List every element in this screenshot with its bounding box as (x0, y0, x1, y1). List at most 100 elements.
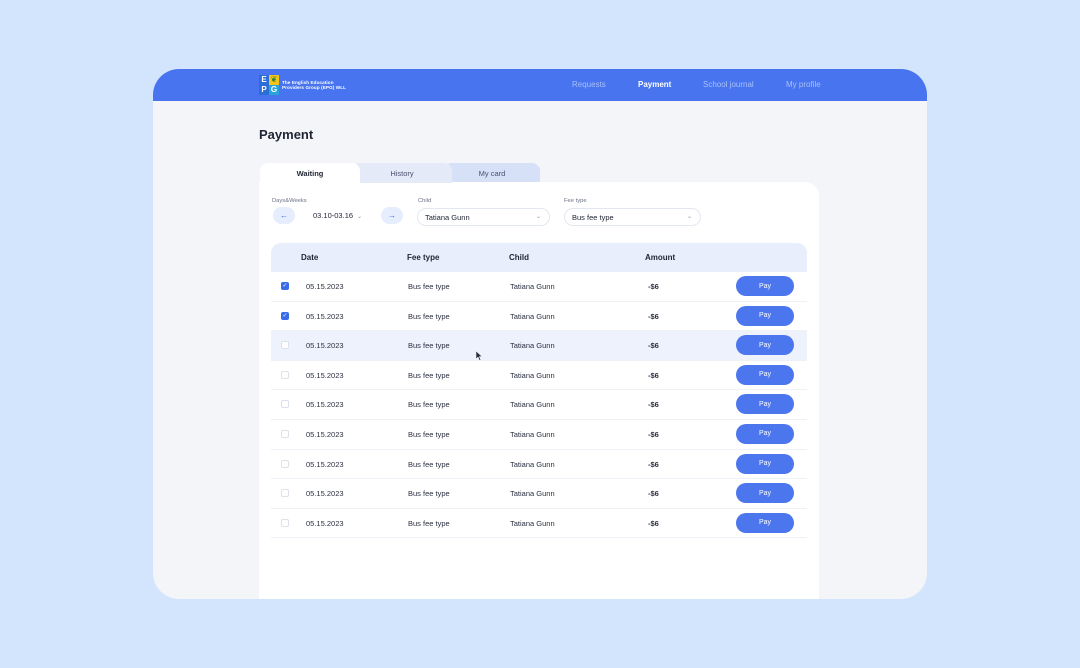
mouse-cursor-icon (476, 351, 483, 361)
cell-amount: -$6 (648, 311, 659, 321)
row-checkbox[interactable]: ✓ (281, 282, 289, 290)
cell-fee-type: Bus fee type (408, 370, 450, 380)
nav-payment[interactable]: Payment (638, 80, 671, 89)
cell-child: Tatiana Gunn (510, 282, 555, 291)
table-row[interactable]: ✓ 05.15.2023 Bus fee type Tatiana Gunn -$6 Pa… (271, 302, 807, 332)
cell-fee-type: Bus fee type (408, 282, 450, 291)
col-fee-type[interactable]: Fee type (407, 253, 439, 262)
cell-date: 05.15.2023 (306, 341, 344, 351)
cell-amount: -$6 (648, 282, 659, 291)
pay-button[interactable]: Pay (736, 335, 794, 356)
row-checkbox[interactable] (281, 518, 289, 527)
week-value-text: 03.10-03.16 (313, 211, 354, 220)
row-checkbox[interactable]: ✓ (281, 311, 289, 320)
table-row[interactable]: 05.15.2023 Bus fee type Tatiana Gunn -$6 Pay (271, 450, 807, 480)
nav-requests[interactable]: Requests (572, 80, 606, 89)
row-checkbox[interactable] (281, 459, 289, 468)
cell-child: Tatiana Gunn (510, 459, 555, 469)
arrow-right-icon: → (388, 211, 396, 220)
payments-table-body: ✓ 05.15.2023 Bus fee type Tatiana Gunn -$6 Pa… (271, 272, 807, 539)
table-row[interactable]: 05.15.2023 Bus fee type Tatiana Gunn -$6 Pay (271, 479, 807, 509)
chevron-down-icon: ⌄ (686, 214, 692, 220)
logo-letter-g: G (269, 85, 279, 95)
cell-child: Tatiana Gunn (510, 341, 555, 351)
table-row[interactable]: 05.15.2023 Bus fee type Tatiana Gunn -$6 Pay (271, 509, 807, 539)
child-filter-label: Child (418, 198, 432, 204)
cell-amount: -$6 (648, 400, 659, 410)
arrow-left-icon: ← (280, 211, 288, 220)
next-week-button[interactable]: → (381, 207, 403, 224)
cell-child: Tatiana Gunn (510, 518, 555, 528)
epg-logo[interactable]: E ❦ P G The English Education Providers … (259, 74, 346, 96)
chevron-down-icon: ⌄ (357, 214, 363, 220)
cell-fee-type: Bus fee type (408, 400, 450, 410)
week-filter: ← 03.10-03.16 ⌄ → (273, 207, 403, 225)
cell-fee-type: Bus fee type (408, 489, 450, 499)
fee-type-select[interactable]: Bus fee type ⌄ (564, 208, 701, 226)
pay-button[interactable]: Pay (736, 276, 794, 296)
app-window: E ❦ P G The English Education Providers … (153, 69, 927, 599)
page-title: Payment (259, 127, 314, 142)
tab-history[interactable]: History (352, 163, 452, 183)
cell-amount: -$6 (648, 429, 659, 439)
cell-fee-type: Bus fee type (408, 311, 450, 321)
week-value[interactable]: 03.10-03.16 ⌄ (313, 211, 362, 220)
table-row[interactable]: ✓ 05.15.2023 Bus fee type Tatiana Gunn -$6 Pa… (271, 272, 807, 302)
cell-child: Tatiana Gunn (510, 429, 555, 439)
cell-amount: -$6 (648, 489, 659, 499)
cell-date: 05.15.2023 (306, 400, 344, 410)
cell-fee-type: Bus fee type (408, 459, 450, 469)
cell-amount: -$6 (648, 341, 659, 351)
logo-text-line2: Providers Group (EPG) WLL (282, 85, 347, 90)
logo-letter-e: E (259, 75, 269, 85)
cell-fee-type: Bus fee type (408, 341, 450, 351)
cell-amount: -$6 (648, 370, 659, 380)
col-amount[interactable]: Amount (645, 253, 675, 262)
tab-waiting[interactable]: Waiting (260, 163, 360, 183)
table-row[interactable]: 05.15.2023 Bus fee type Tatiana Gunn -$6 Pay (271, 361, 807, 391)
nav-my-profile[interactable]: My profile (786, 80, 821, 89)
pay-button[interactable]: Pay (736, 512, 794, 533)
cell-child: Tatiana Gunn (510, 400, 555, 410)
fee-filter-label: Fee type (564, 198, 587, 204)
pay-button[interactable]: Pay (736, 483, 794, 504)
cell-child: Tatiana Gunn (510, 489, 555, 499)
col-child[interactable]: Child (509, 253, 529, 262)
fee-type-select-value: Bus fee type (572, 212, 614, 222)
cell-date: 05.15.2023 (306, 282, 344, 291)
row-checkbox[interactable] (281, 429, 289, 438)
logo-letter-p: P (259, 85, 269, 95)
cell-date: 05.15.2023 (306, 311, 344, 321)
top-navbar: E ❦ P G The English Education Providers … (153, 69, 927, 101)
cell-amount: -$6 (648, 518, 659, 528)
row-checkbox[interactable] (281, 370, 289, 379)
table-row[interactable]: 05.15.2023 Bus fee type Tatiana Gunn -$6 Pay (271, 331, 807, 361)
child-select-value: Tatiana Gunn (425, 212, 470, 222)
cell-amount: -$6 (648, 459, 659, 469)
pay-button[interactable]: Pay (736, 305, 794, 326)
prev-week-button[interactable]: ← (273, 207, 295, 224)
table-row[interactable]: 05.15.2023 Bus fee type Tatiana Gunn -$6 Pay (271, 420, 807, 450)
logo-mark: E ❦ P G (259, 75, 279, 95)
chevron-down-icon: ⌄ (535, 214, 541, 220)
cell-date: 05.15.2023 (306, 518, 344, 528)
row-checkbox[interactable] (281, 400, 289, 409)
table-row[interactable]: 05.15.2023 Bus fee type Tatiana Gunn -$6 Pay (271, 390, 807, 420)
row-checkbox[interactable] (281, 341, 289, 350)
tab-my-card[interactable]: My card (444, 163, 540, 183)
col-date[interactable]: Date (301, 253, 318, 262)
row-checkbox[interactable] (281, 489, 289, 498)
pay-button[interactable]: Pay (736, 453, 794, 474)
cell-fee-type: Bus fee type (408, 518, 450, 528)
pay-button[interactable]: Pay (736, 394, 794, 415)
cell-child: Tatiana Gunn (510, 370, 555, 380)
pay-button[interactable]: Pay (736, 423, 794, 444)
cell-child: Tatiana Gunn (510, 311, 555, 321)
payment-tabs: Waiting History My card (260, 163, 548, 183)
child-select[interactable]: Tatiana Gunn ⌄ (417, 208, 550, 226)
nav-school-journal[interactable]: School journal (703, 80, 754, 89)
logo-leaf-icon: ❦ (269, 75, 279, 85)
table-header: Date Fee type Child Amount (271, 243, 807, 272)
pay-button[interactable]: Pay (736, 364, 794, 385)
week-filter-label: Days&Weeks (272, 198, 307, 204)
